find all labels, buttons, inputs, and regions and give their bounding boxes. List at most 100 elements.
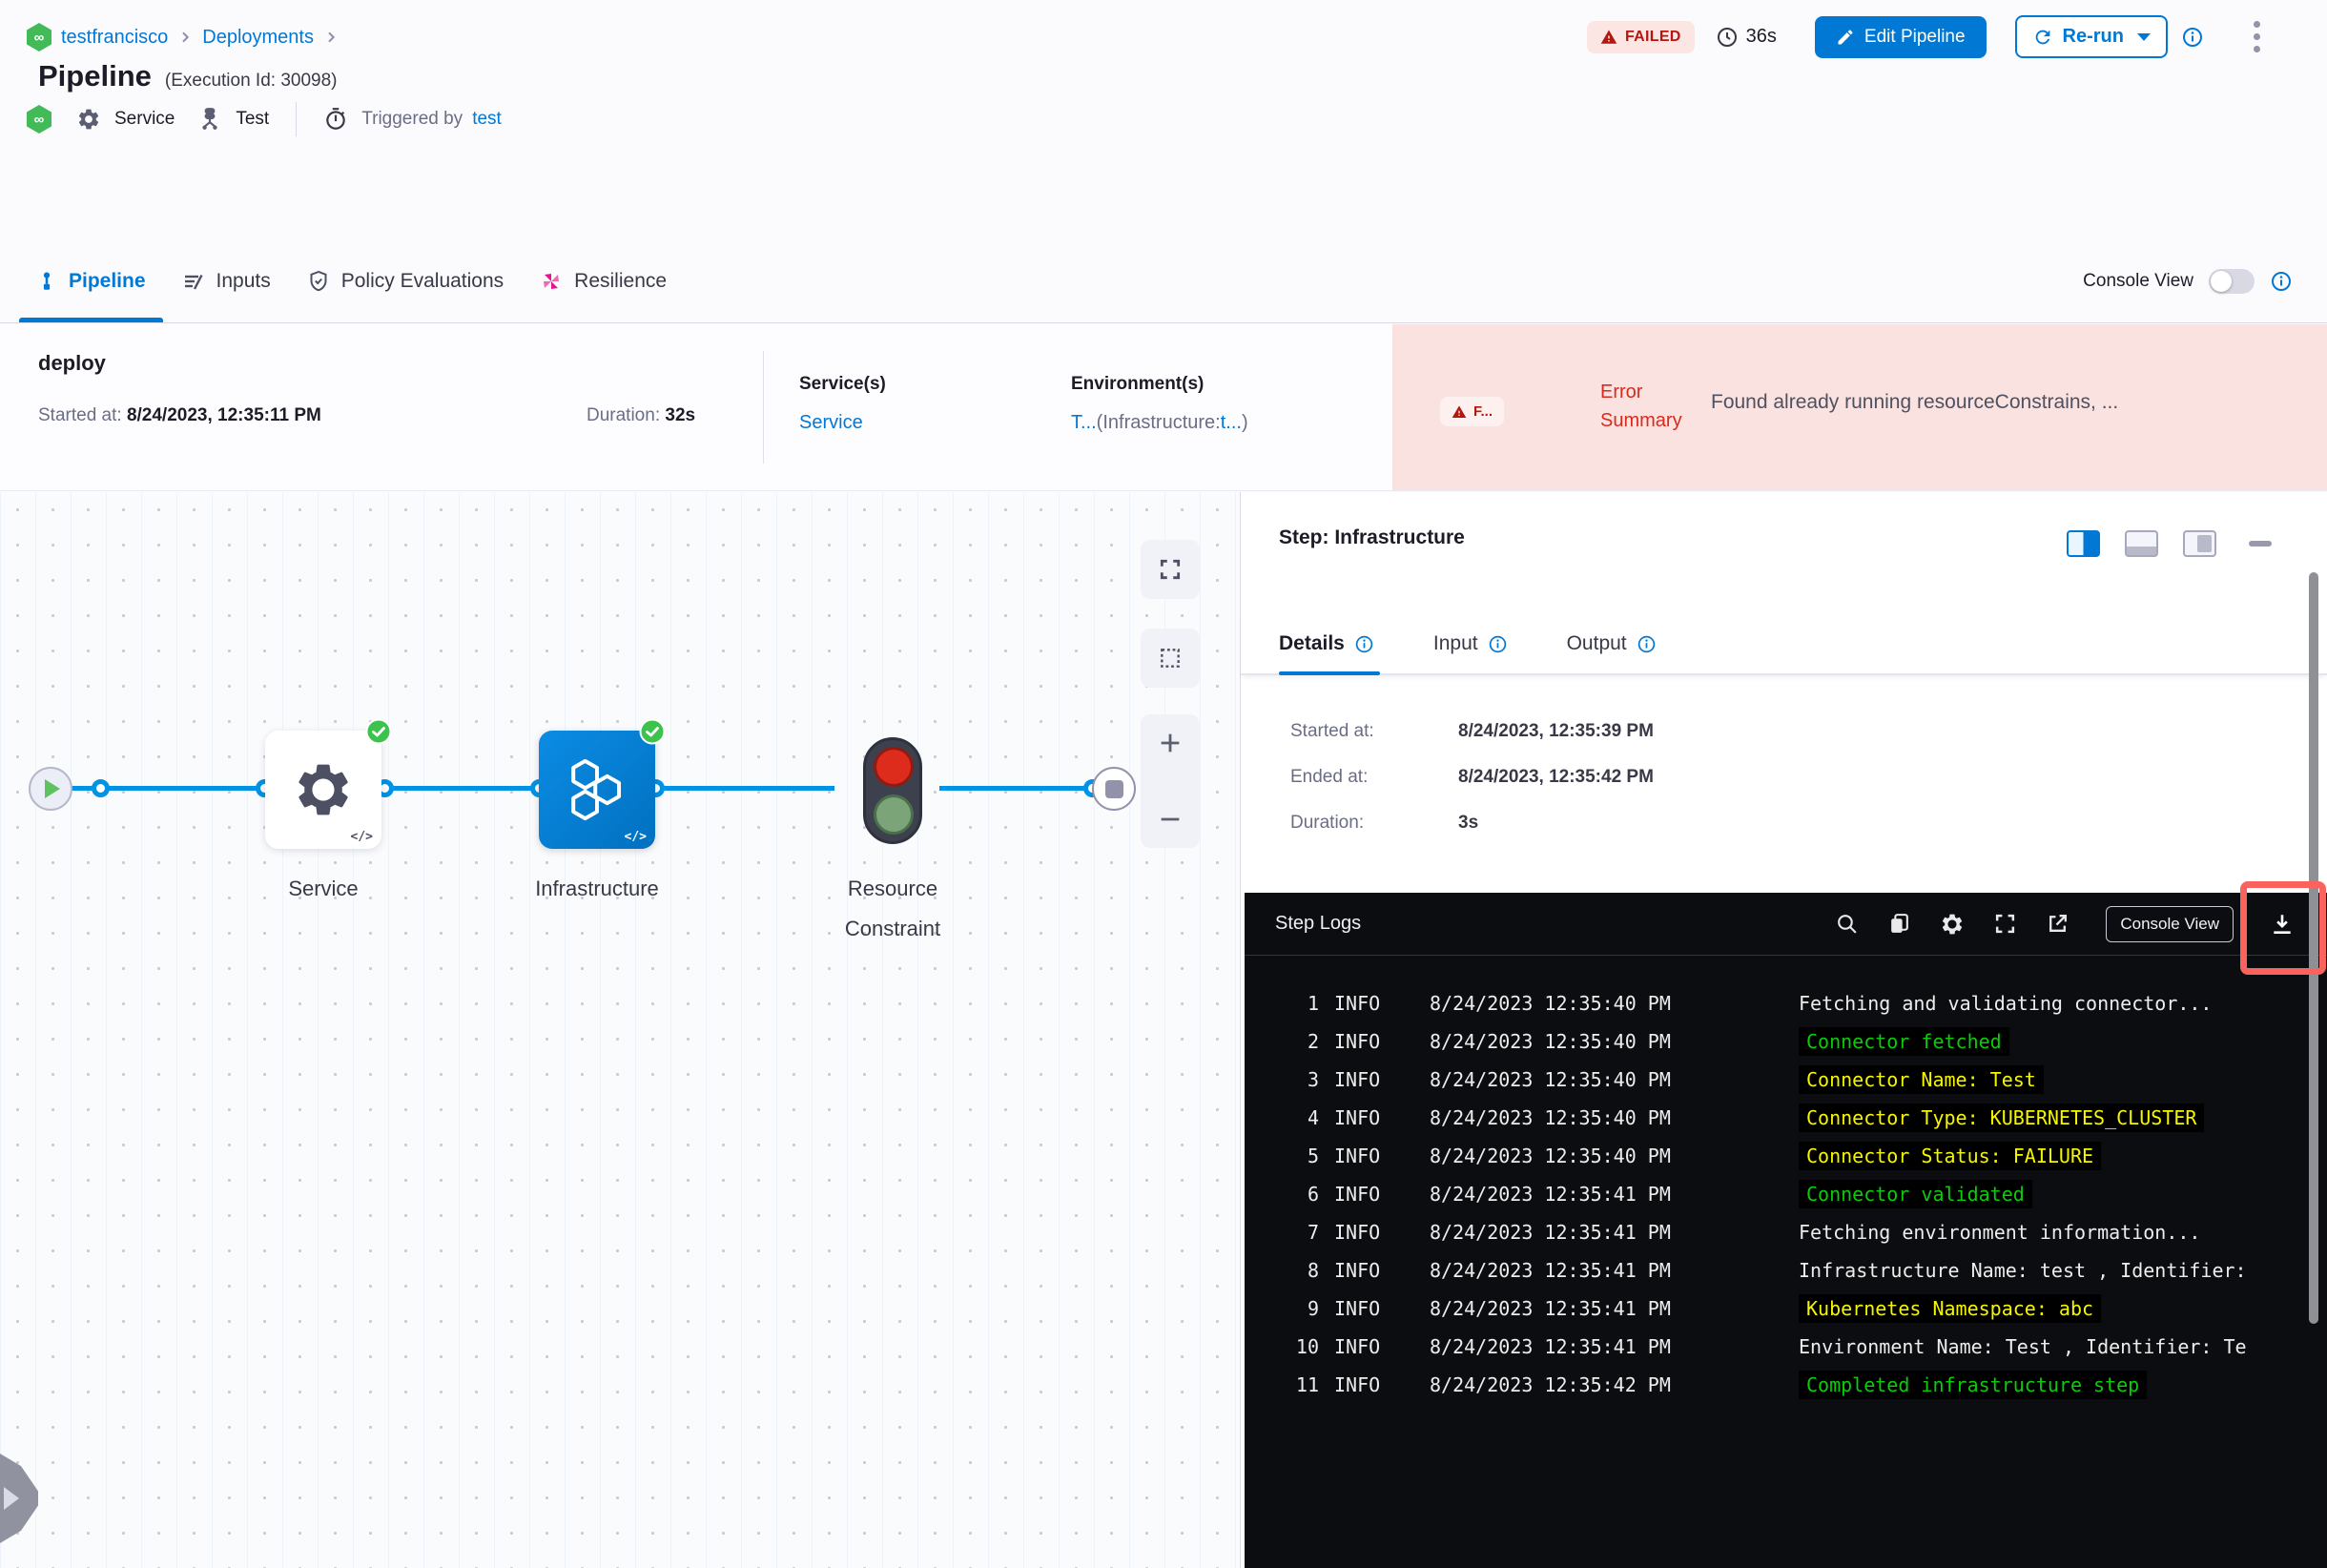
zoom-in-button[interactable] (1157, 730, 1184, 756)
status-badge: FAILED (1586, 20, 1695, 53)
edit-pipeline-button[interactable]: Edit Pipeline (1814, 15, 1987, 58)
warning-icon (1600, 30, 1617, 44)
play-icon (45, 779, 60, 798)
copy-icon[interactable] (1887, 912, 1911, 936)
marquee-select-icon (1161, 649, 1180, 668)
log-row: 7 INFO 8/24/2023 12:35:41 PM Fetching en… (1245, 1213, 2327, 1251)
log-row: 5 INFO 8/24/2023 12:35:40 PM Connector S… (1245, 1137, 2327, 1175)
elapsed-time: 36s (1716, 26, 1777, 49)
tab-pipeline[interactable]: Pipeline (19, 240, 162, 322)
triggered-by-user[interactable]: test (472, 109, 502, 130)
external-link-icon[interactable] (2046, 912, 2070, 936)
detail-row-ended: Ended at: 8/24/2023, 12:35:42 PM (1290, 767, 1654, 787)
console-view-toggle[interactable] (2209, 269, 2255, 294)
layout-split-view-icon[interactable] (2067, 530, 2100, 557)
console-view-button[interactable]: Console View (2106, 905, 2234, 942)
fullscreen-icon (1160, 559, 1181, 580)
shield-check-icon (310, 270, 327, 292)
chevron-right-icon (323, 30, 339, 45)
left-panel-expander[interactable] (0, 1454, 38, 1543)
code-glyph: </> (624, 830, 647, 844)
detail-row-duration: Duration: 3s (1290, 813, 1479, 833)
success-check-icon (365, 718, 392, 745)
layout-bottom-view-icon[interactable] (2125, 530, 2158, 557)
step-panel-title: Step: Infrastructure (1279, 526, 1465, 548)
canvas-select-button[interactable] (1141, 629, 1200, 688)
node-label: Resource Constraint (844, 877, 941, 940)
environments-value[interactable]: T...(Infrastructure:t...) (1071, 412, 1248, 434)
meta-row: ∞ Service Test Triggered by test (27, 101, 502, 137)
services-value[interactable]: Service (799, 412, 863, 434)
tab-inputs[interactable]: Inputs (182, 240, 271, 322)
breadcrumb-deployments[interactable]: Deployments (202, 27, 314, 49)
node-resource-constraint[interactable] (863, 737, 922, 844)
log-message: Environment Name: Test , Identifier: Te (1799, 1335, 2247, 1358)
console-view-label: Console View (2083, 271, 2193, 291)
warning-icon (1452, 404, 1467, 418)
environment-icon (197, 107, 222, 132)
stage-name[interactable]: deploy (38, 351, 106, 376)
node-service[interactable]: </> (265, 718, 392, 849)
log-level: INFO (1334, 1297, 1381, 1320)
info-icon (1355, 635, 1373, 652)
info-icon[interactable] (2270, 270, 2293, 293)
log-level: INFO (1334, 1030, 1381, 1053)
harness-cd-icon: ∞ (27, 23, 51, 52)
divider (296, 102, 298, 136)
tab-resilience[interactable]: Resilience (540, 240, 667, 322)
log-timestamp: 8/24/2023 12:35:41 PM (1430, 1297, 1671, 1320)
download-logs-icon[interactable] (2270, 912, 2295, 937)
fullscreen-icon[interactable] (1993, 912, 2017, 936)
gear-icon[interactable] (1940, 912, 1965, 937)
panel-scrollbar[interactable] (2309, 572, 2318, 1324)
log-row: 9 INFO 8/24/2023 12:35:41 PM Kubernetes … (1245, 1289, 2327, 1328)
step-logs-header: Step Logs Console View (1245, 893, 2327, 956)
log-line-number: 9 (1307, 1297, 1319, 1320)
end-node[interactable] (1092, 767, 1136, 811)
breadcrumb-project[interactable]: testfrancisco (61, 27, 168, 49)
stopwatch-icon (323, 107, 348, 132)
tab-output[interactable]: Output (1567, 614, 1657, 673)
tab-details[interactable]: Details (1279, 614, 1380, 675)
services-label: Service(s) (799, 374, 886, 394)
tab-policy-evaluations[interactable]: Policy Evaluations (307, 240, 504, 322)
info-icon (1489, 635, 1506, 652)
minimize-panel-icon[interactable] (2249, 541, 2272, 547)
rerun-button[interactable]: Re-run (2014, 15, 2168, 58)
log-message: Connector fetched (1799, 1027, 2009, 1056)
search-icon[interactable] (1835, 912, 1859, 936)
edge (939, 786, 1092, 791)
zoom-out-button[interactable] (1157, 806, 1184, 833)
clock-icon (1717, 27, 1737, 47)
log-lines[interactable]: 1 INFO 8/24/2023 12:35:40 PM Fetching an… (1245, 956, 2327, 1568)
layout-right-view-icon[interactable] (2183, 530, 2216, 557)
execution-id: (Execution Id: 30098) (164, 71, 338, 91)
step-logs-title: Step Logs (1275, 913, 1362, 934)
log-timestamp: 8/24/2023 12:35:41 PM (1430, 1183, 1671, 1206)
info-icon[interactable] (2181, 26, 2204, 49)
log-level: INFO (1334, 1068, 1381, 1091)
success-check-icon (639, 718, 666, 745)
log-level: INFO (1334, 1221, 1381, 1244)
error-summary-region: F... Error Summary Found already running… (1392, 324, 2327, 490)
pipeline-graph-canvas[interactable]: </> Service </> Infrastructure Resource … (0, 492, 1240, 1568)
chevron-right-icon (177, 30, 193, 45)
more-options-menu[interactable] (2250, 17, 2264, 56)
start-node[interactable] (29, 767, 72, 811)
panel-layout-controls (2067, 530, 2272, 557)
canvas-fullscreen-button[interactable] (1141, 540, 1200, 599)
edge (381, 786, 539, 791)
log-timestamp: 8/24/2023 12:35:40 PM (1430, 1030, 1671, 1053)
log-row: 3 INFO 8/24/2023 12:35:40 PM Connector N… (1245, 1061, 2327, 1099)
triggered-by-label: Triggered by (361, 109, 463, 129)
tab-input[interactable]: Input (1433, 614, 1508, 673)
log-message: Infrastructure Name: test , Identifier: (1799, 1259, 2247, 1282)
console-view-control: Console View (2083, 240, 2293, 322)
log-timestamp: 8/24/2023 12:35:42 PM (1430, 1373, 1671, 1396)
log-row: 11 INFO 8/24/2023 12:35:42 PM Completed … (1245, 1366, 2327, 1404)
execution-tabbar: Pipeline Inputs Policy Evaluations Resil… (0, 240, 2327, 323)
log-line-number: 1 (1307, 992, 1319, 1015)
node-infrastructure[interactable]: </> (539, 718, 666, 849)
hexagons-icon (571, 758, 622, 821)
log-line-number: 6 (1307, 1183, 1319, 1206)
